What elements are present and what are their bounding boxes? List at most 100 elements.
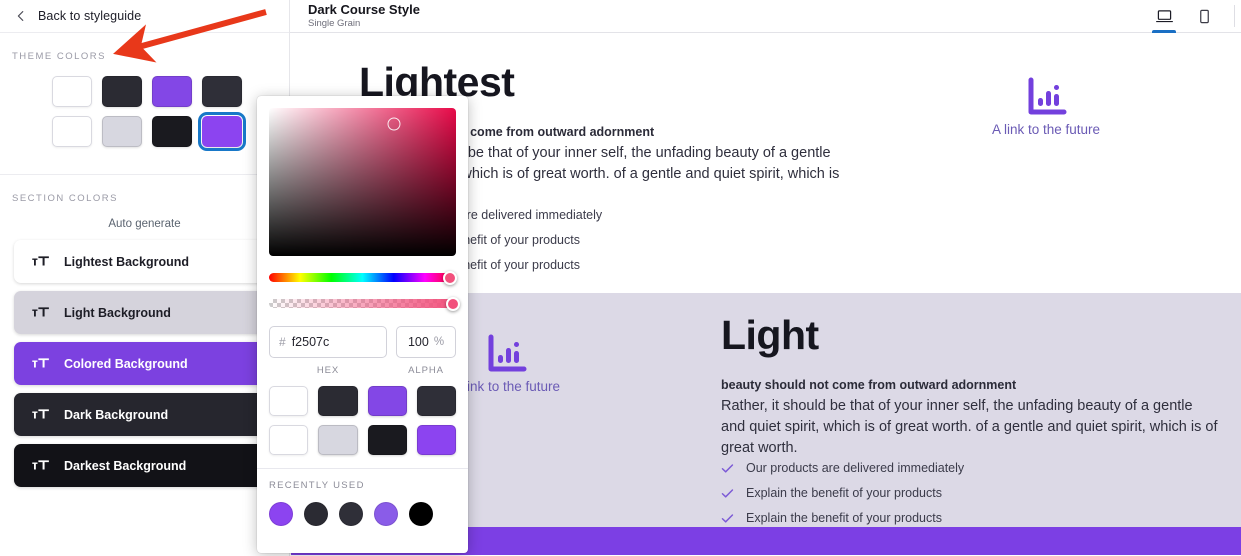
section-item-label: Lightest Background: [64, 254, 190, 269]
theme-swatch-row-1: [52, 76, 289, 107]
recent-color-3[interactable]: [339, 502, 363, 526]
text-style-icon: [32, 306, 49, 316]
theme-swatch-4[interactable]: [202, 76, 242, 107]
check-item: Explain the benefit of your products: [721, 511, 1219, 525]
hue-slider-handle[interactable]: [443, 270, 457, 285]
theme-swatch-6[interactable]: [102, 116, 142, 147]
picker-palette-row-2: [269, 425, 456, 455]
text-style-icon: [32, 459, 49, 469]
alpha-slider-handle[interactable]: [446, 296, 460, 311]
mobile-icon: [1199, 9, 1209, 23]
theme-swatch-grid: [0, 62, 289, 170]
alpha-slider[interactable]: [269, 296, 460, 311]
alpha-label: ALPHA: [408, 365, 444, 376]
picker-palette-5[interactable]: [269, 425, 309, 455]
picker-palette-2[interactable]: [318, 386, 358, 416]
auto-generate-button[interactable]: Auto generate: [0, 204, 289, 240]
hex-value: f2507c: [291, 335, 330, 349]
recent-color-1[interactable]: [269, 502, 293, 526]
saturation-value-field[interactable]: [269, 108, 456, 256]
light-future-link[interactable]: A link to the future: [452, 333, 560, 525]
picker-palette-3[interactable]: [367, 386, 407, 416]
page-title: Dark Course Style: [308, 1, 420, 17]
color-picker-popover[interactable]: # f2507c HEX 100 % ALPHA RECENTLY USED: [257, 96, 468, 553]
check-icon: [721, 463, 734, 473]
alpha-input[interactable]: 100 %: [396, 326, 456, 358]
lightest-future-link-label: A link to the future: [991, 122, 1101, 137]
picker-palette-4[interactable]: [416, 386, 456, 416]
check-item: Our products are delivered immediately: [721, 461, 1219, 475]
picker-palette-1[interactable]: [269, 386, 309, 416]
color-value-fields: # f2507c HEX 100 % ALPHA: [269, 326, 456, 376]
bar-chart-icon: [488, 334, 527, 372]
arrow-left-icon: [17, 11, 24, 21]
section-item-label: Colored Background: [64, 356, 188, 371]
section-item-label: Darkest Background: [64, 458, 187, 473]
theme-swatch-2[interactable]: [102, 76, 142, 107]
alpha-field-group: 100 % ALPHA: [396, 326, 456, 376]
desktop-icon: [1155, 9, 1173, 22]
theme-swatch-7[interactable]: [152, 116, 192, 147]
back-to-styleguide-label: Back to styleguide: [38, 9, 142, 23]
header-divider: [1234, 5, 1235, 27]
recent-color-5[interactable]: [409, 502, 433, 526]
light-body: Rather, it should be that of your inner …: [721, 398, 1218, 457]
lightest-link-column: A link to the future: [851, 62, 1241, 272]
light-future-link-label: A link to the future: [451, 379, 561, 394]
recently-used-row: [257, 491, 468, 526]
section-colors-list: Lightest Background Light Background Col…: [0, 240, 289, 487]
section-item-darkest-background[interactable]: Darkest Background: [14, 444, 286, 487]
page-subtitle: Single Grain: [308, 17, 361, 29]
picker-palette-8[interactable]: [416, 425, 456, 455]
theme-swatch-5[interactable]: [52, 116, 92, 147]
lightest-future-link[interactable]: A link to the future: [992, 76, 1100, 272]
saturation-value-handle[interactable]: [387, 117, 401, 131]
page-header: Dark Course Style Single Grain: [290, 0, 1241, 33]
bar-chart-icon: [1028, 77, 1067, 115]
text-style-icon: [32, 408, 49, 418]
section-colors-heading: SECTION COLORS: [12, 193, 118, 204]
theme-editor-sidebar: Back to styleguide THEME COLORS SECTION …: [0, 0, 290, 556]
picker-palette-row-1: [269, 386, 456, 416]
theme-swatch-8[interactable]: [198, 112, 246, 151]
check-item-label: Explain the benefit of your products: [746, 486, 942, 501]
device-toggle-desktop[interactable]: [1144, 0, 1184, 33]
recent-color-4[interactable]: [374, 502, 398, 526]
light-text-column: Light beauty should not come from outwar…: [721, 312, 1241, 526]
section-item-dark-background[interactable]: Dark Background: [14, 393, 286, 436]
hex-input[interactable]: # f2507c: [269, 326, 387, 358]
section-item-label: Dark Background: [64, 407, 169, 422]
section-item-lightest-background[interactable]: Lightest Background: [14, 240, 286, 283]
picker-palette-7[interactable]: [367, 425, 407, 455]
hex-prefix: #: [279, 335, 286, 349]
app-root: Back to styleguide THEME COLORS SECTION …: [0, 0, 1241, 556]
check-icon: [721, 488, 734, 498]
hue-slider[interactable]: [269, 270, 457, 285]
theme-swatch-3[interactable]: [152, 76, 192, 107]
section-item-colored-background[interactable]: Colored Background: [14, 342, 286, 385]
text-style-icon: [32, 255, 49, 265]
section-item-light-background[interactable]: Light Background: [14, 291, 286, 334]
theme-swatch-1[interactable]: [52, 76, 92, 107]
hex-field-group: # f2507c HEX: [269, 326, 387, 376]
light-check-list: Our products are delivered immediately E…: [721, 461, 1219, 525]
picker-palette-grid: [257, 376, 468, 455]
light-lead: beauty should not come from outward ador…: [721, 378, 1017, 392]
theme-swatch-row-2: [52, 112, 289, 151]
recently-used-heading: RECENTLY USED: [269, 480, 365, 491]
back-to-styleguide-button[interactable]: Back to styleguide: [0, 0, 289, 33]
alpha-suffix: %: [433, 336, 445, 348]
recent-color-2[interactable]: [304, 502, 328, 526]
text-style-icon: [32, 357, 49, 367]
header-titles: Dark Course Style Single Grain: [290, 1, 420, 30]
picker-palette-6[interactable]: [318, 425, 358, 455]
alpha-value: 100: [407, 335, 429, 349]
check-icon: [721, 513, 734, 523]
device-toggle-group: [1144, 0, 1241, 33]
light-heading: Light: [721, 312, 819, 358]
theme-colors-heading: THEME COLORS: [12, 51, 107, 62]
check-item-label: Our products are delivered immediately: [746, 461, 965, 476]
device-toggle-mobile[interactable]: [1184, 0, 1224, 33]
check-item-label: Explain the benefit of your products: [746, 511, 942, 526]
check-item: Explain the benefit of your products: [721, 486, 1219, 500]
